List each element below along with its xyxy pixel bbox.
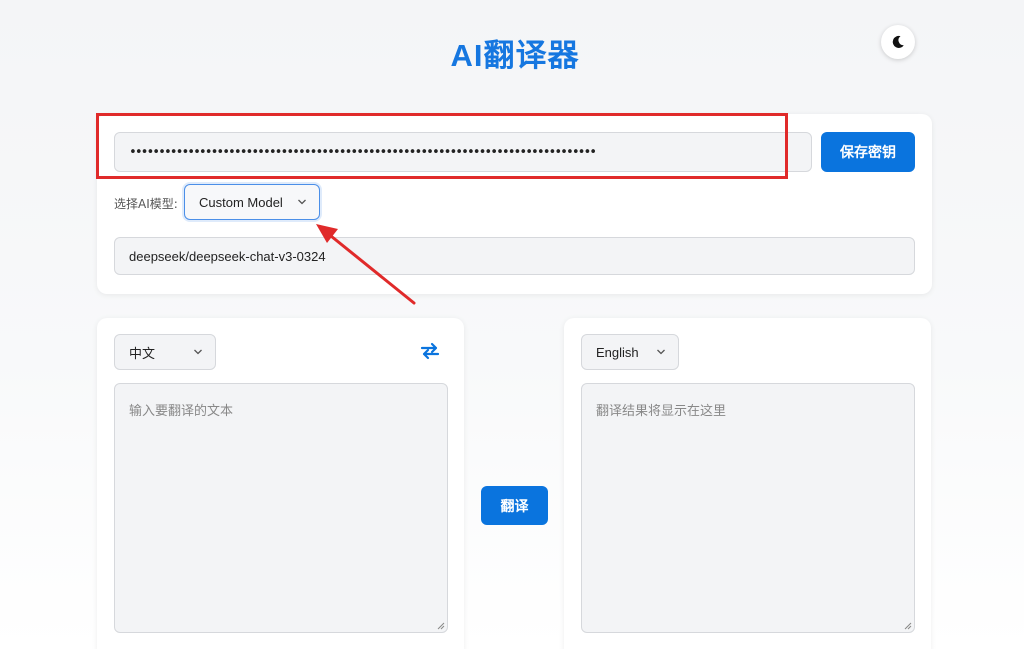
target-language-select[interactable]: English bbox=[581, 334, 679, 370]
target-placeholder: 翻译结果将显示在这里 bbox=[596, 404, 727, 419]
model-label: 选择AI模型: bbox=[114, 197, 178, 211]
source-panel: 中文 输入要翻译的文本 bbox=[97, 318, 464, 649]
source-text-input[interactable]: 输入要翻译的文本 bbox=[114, 383, 448, 633]
source-language-value: 中文 bbox=[129, 345, 156, 361]
model-select-value: Custom Model bbox=[199, 194, 283, 210]
source-language-select[interactable]: 中文 bbox=[114, 334, 216, 370]
target-language-value: English bbox=[596, 344, 639, 360]
api-key-input[interactable]: ••••••••••••••••••••••••••••••••••••••••… bbox=[114, 132, 812, 172]
translation-output[interactable]: 翻译结果将显示在这里 bbox=[581, 383, 915, 633]
custom-model-input[interactable]: deepseek/deepseek-chat-v3-0324 bbox=[114, 237, 915, 275]
source-placeholder: 输入要翻译的文本 bbox=[129, 404, 234, 419]
swap-arrows-icon bbox=[420, 342, 440, 360]
save-key-button[interactable]: 保存密钥 bbox=[821, 132, 915, 172]
theme-toggle-button[interactable] bbox=[881, 25, 915, 59]
chevron-down-icon bbox=[194, 349, 202, 355]
model-select[interactable]: Custom Model bbox=[184, 184, 320, 220]
resize-grip-icon[interactable] bbox=[904, 622, 912, 630]
target-panel: English 翻译结果将显示在这里 bbox=[564, 318, 931, 649]
chevron-down-icon bbox=[657, 349, 665, 355]
resize-grip-icon[interactable] bbox=[437, 622, 445, 630]
page-title: AI翻译器 bbox=[450, 38, 580, 73]
chevron-down-icon bbox=[298, 199, 306, 205]
translate-button[interactable]: 翻译 bbox=[481, 486, 548, 525]
swap-languages-button[interactable] bbox=[419, 342, 441, 362]
moon-icon bbox=[892, 35, 904, 48]
settings-panel: ••••••••••••••••••••••••••••••••••••••••… bbox=[97, 114, 932, 294]
